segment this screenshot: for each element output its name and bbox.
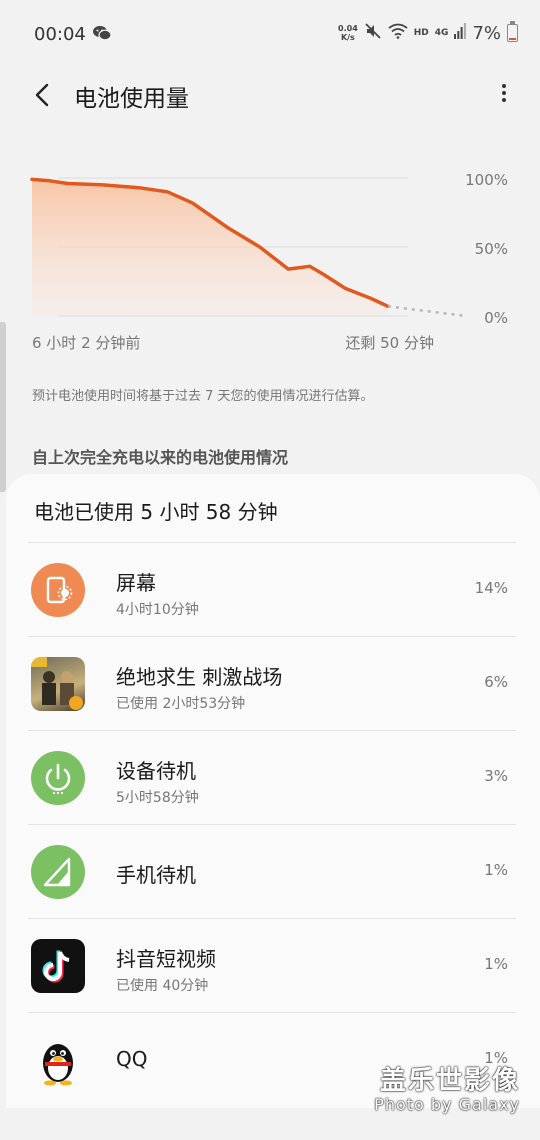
- network-type: 4G: [434, 28, 449, 38]
- chart-area-fill: [32, 179, 388, 316]
- watermark-sub: Photo by Galaxy: [374, 1095, 520, 1114]
- chart-start-label: 6 小时 2 分钟前: [32, 334, 141, 352]
- network-speed: 0.04 K/s: [338, 24, 358, 42]
- wifi-icon: [388, 23, 408, 43]
- usage-item-percent: 14%: [474, 579, 508, 597]
- usage-item-percent: 3%: [484, 767, 508, 785]
- mute-icon: [364, 22, 382, 44]
- usage-item-duration: 4小时10分钟: [116, 602, 199, 618]
- usage-item-name: 绝地求生 刺激战场: [116, 665, 283, 689]
- battery-icon: [507, 21, 518, 42]
- battery-usage-chart: 100% 50% 0% 6 小时 2 分钟前 还剩 50 分钟: [0, 160, 540, 360]
- y-tick-label: 50%: [474, 240, 508, 258]
- chevron-left-icon: [35, 83, 49, 107]
- section-header: 自上次完全充电以来的电池使用情况: [32, 448, 289, 467]
- usage-item-duration: 已使用 40分钟: [116, 978, 209, 994]
- cell-signal-icon: [31, 845, 85, 899]
- signal-icon: [454, 23, 467, 43]
- usage-item-name: 抖音短视频: [116, 947, 216, 971]
- y-tick-label: 100%: [465, 171, 508, 189]
- hd-indicator: HD: [413, 28, 429, 38]
- usage-summary: 电池已使用 5 小时 58 分钟: [34, 500, 278, 524]
- qq-penguin-icon: [31, 1033, 85, 1087]
- page-title: 电池使用量: [74, 86, 189, 112]
- tiktok-icon: [31, 939, 85, 993]
- usage-item-percent: 6%: [484, 673, 508, 691]
- usage-item-name: 设备待机: [116, 759, 196, 783]
- usage-item-duration: 已使用 2小时53分钟: [116, 696, 246, 712]
- more-vertical-icon: [502, 84, 506, 88]
- y-tick-label: 0%: [484, 309, 508, 327]
- estimate-note: 预计电池使用时间将基于过去 7 天您的使用情况进行估算。: [32, 389, 374, 404]
- wechat-icon: [92, 25, 112, 45]
- status-bar: 00:04 0.04 K/s HD 4G 7%: [0, 0, 540, 70]
- usage-item-percent: 1%: [484, 861, 508, 879]
- screen-icon: [31, 563, 85, 617]
- usage-item-name: 手机待机: [116, 863, 196, 887]
- usage-item-screen[interactable]: 屏幕 4小时10分钟 14%: [28, 542, 516, 637]
- camera-watermark: 盖乐世影像 Photo by Galaxy: [374, 1066, 520, 1114]
- watermark-main: 盖乐世影像: [379, 1066, 520, 1096]
- usage-item-name: 屏幕: [116, 571, 156, 595]
- usage-item-douyin[interactable]: 抖音短视频 已使用 40分钟 1%: [28, 918, 516, 1013]
- usage-item-name: QQ: [116, 1047, 148, 1071]
- battery-percent: 7%: [472, 22, 501, 44]
- back-button[interactable]: [28, 80, 58, 110]
- status-time: 00:04: [34, 24, 86, 45]
- chart-projection-line: [387, 305, 467, 318]
- edge-panel-handle[interactable]: [0, 322, 6, 492]
- usage-item-phone-idle[interactable]: 手机待机 1%: [28, 824, 516, 919]
- power-icon: [31, 751, 85, 805]
- chart-plot: [30, 177, 467, 318]
- usage-item-percent: 1%: [484, 1049, 508, 1067]
- pubg-app-icon: [31, 657, 85, 711]
- usage-item-pubg[interactable]: 绝地求生 刺激战场 已使用 2小时53分钟 6%: [28, 636, 516, 731]
- usage-item-device-idle[interactable]: 设备待机 5小时58分钟 3%: [28, 730, 516, 825]
- usage-card: 电池已使用 5 小时 58 分钟 屏幕 4小时10分钟 14% 绝地求生 刺激战…: [6, 474, 540, 1108]
- more-options-button[interactable]: [498, 81, 510, 107]
- chart-end-label: 还剩 50 分钟: [345, 334, 434, 352]
- usage-item-percent: 1%: [484, 955, 508, 973]
- usage-item-duration: 5小时58分钟: [116, 790, 199, 806]
- app-bar: 电池使用量: [0, 70, 540, 120]
